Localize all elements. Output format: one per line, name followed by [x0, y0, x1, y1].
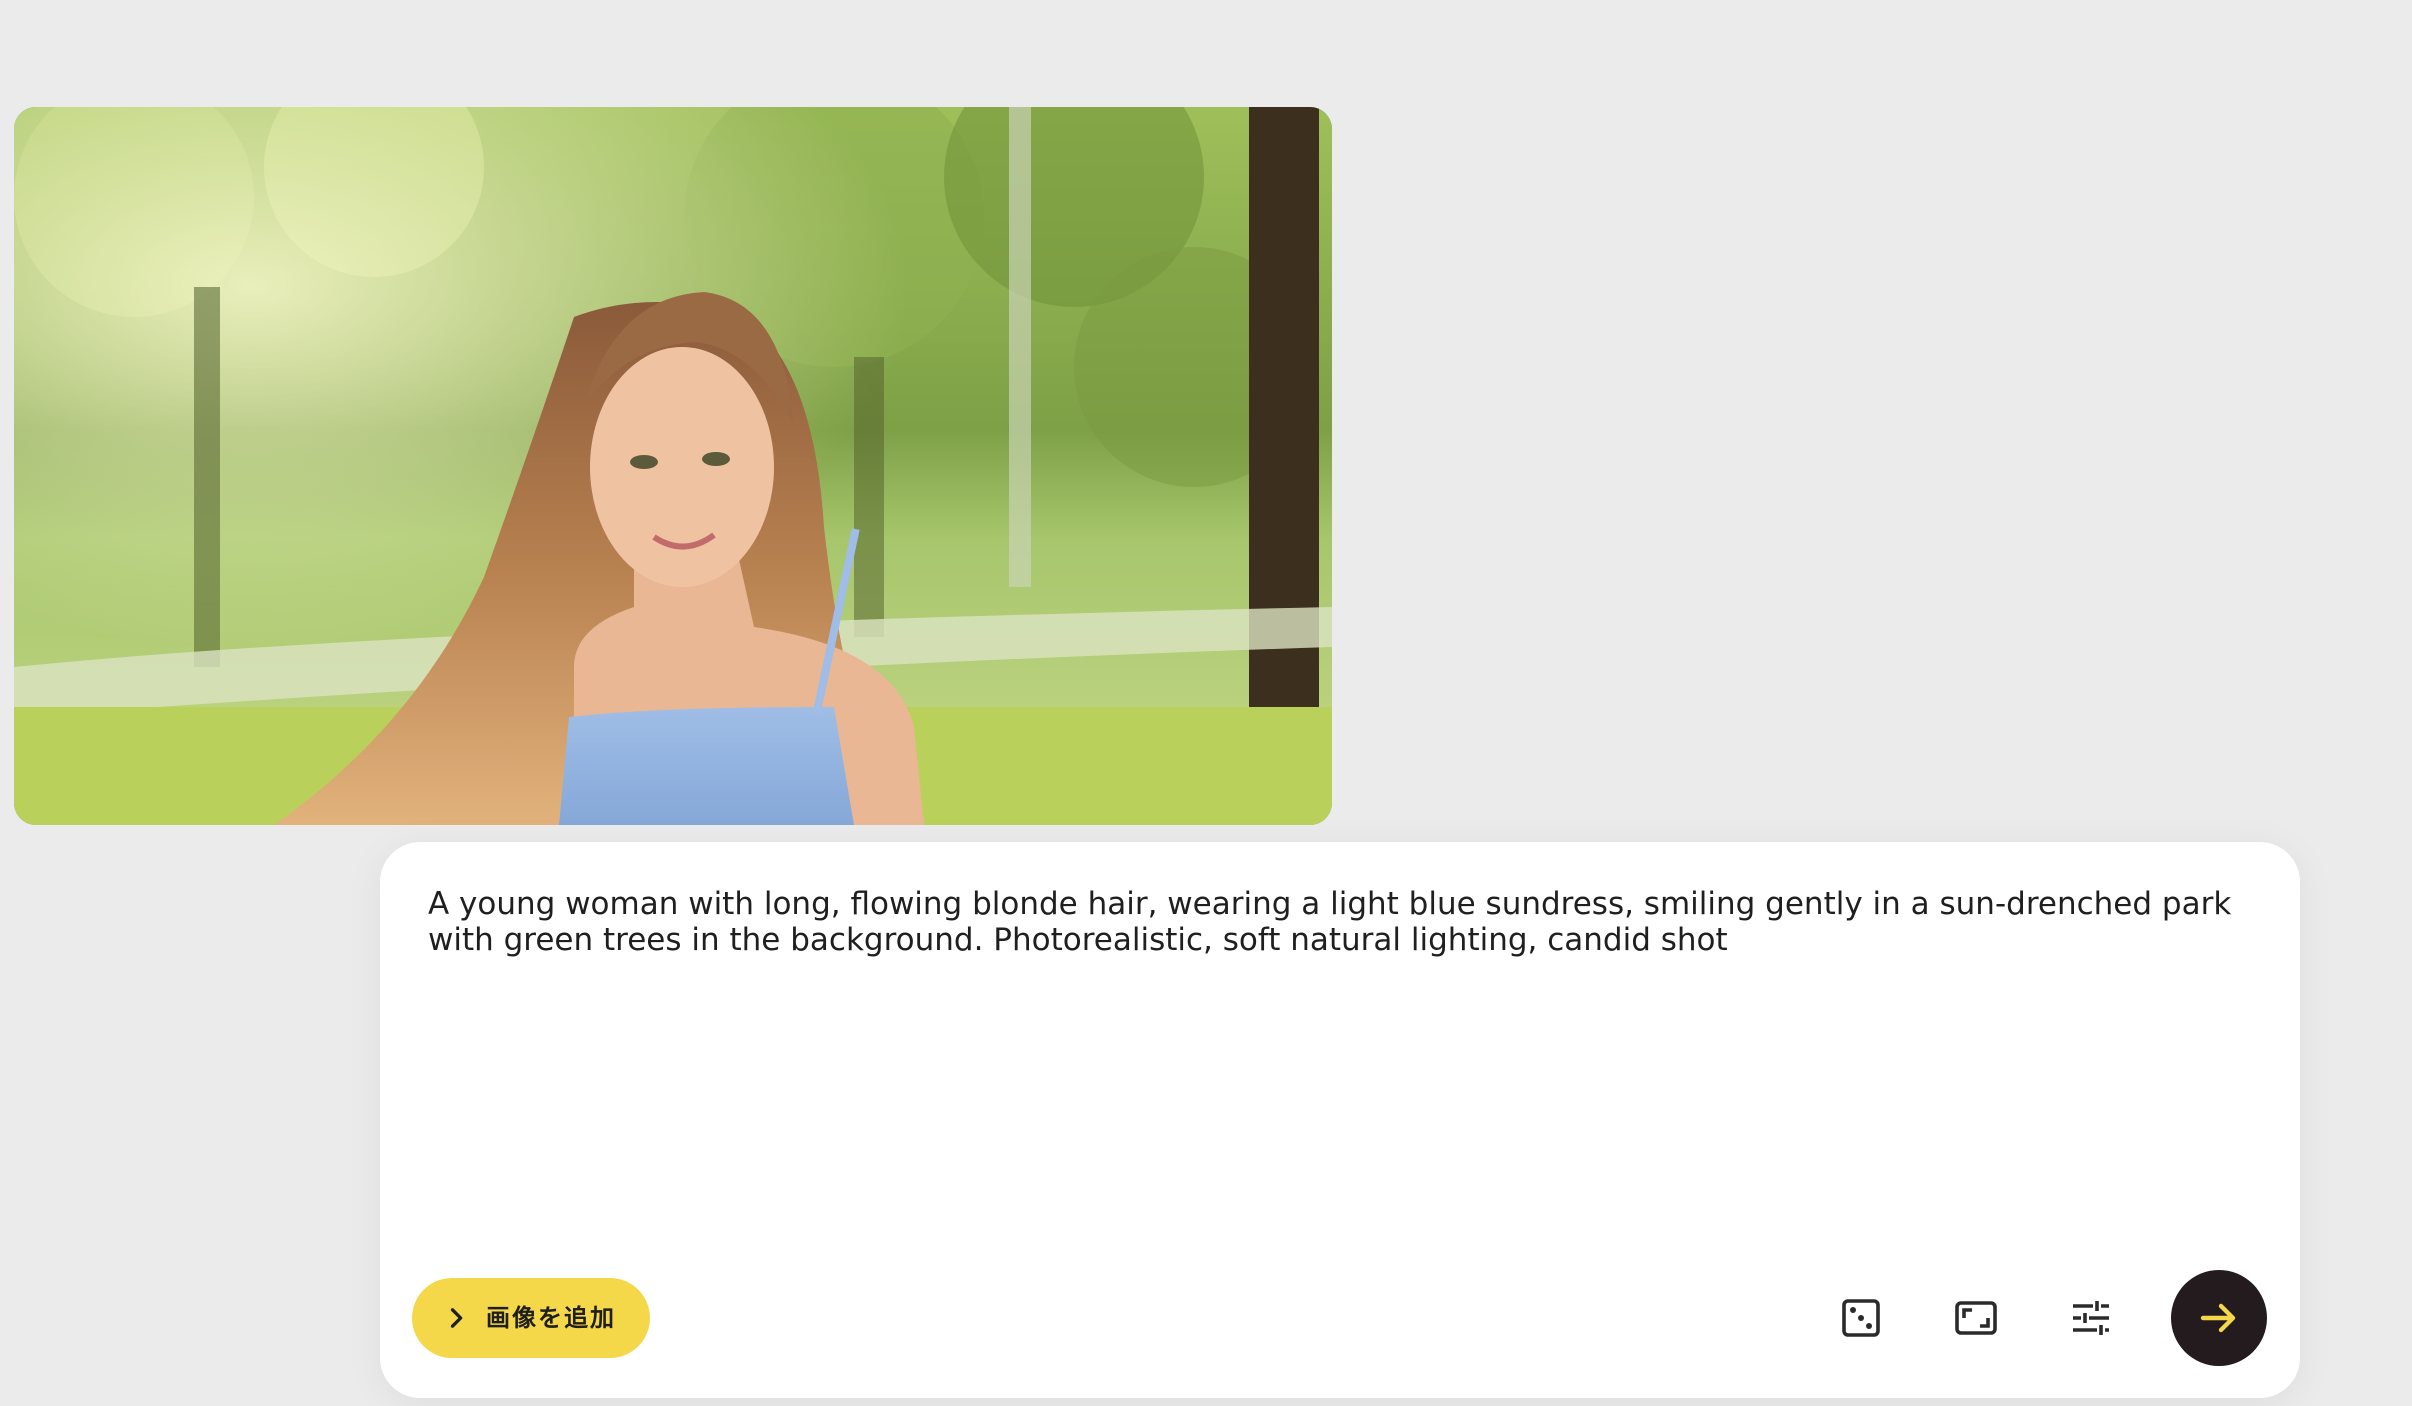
generated-image[interactable] — [14, 107, 1332, 825]
prompt-input[interactable]: A young woman with long, flowing blonde … — [428, 886, 2258, 958]
arrow-right-icon — [2200, 1303, 2236, 1333]
send-button[interactable] — [2171, 1270, 2267, 1366]
chevron-right-icon — [450, 1308, 463, 1328]
settings-sliders-icon[interactable] — [2067, 1294, 2115, 1342]
generated-image-picture — [14, 107, 1332, 825]
prompt-composer: A young woman with long, flowing blonde … — [380, 842, 2300, 1398]
add-image-button[interactable]: 画像を追加 — [412, 1278, 650, 1358]
dice-icon[interactable] — [1837, 1294, 1885, 1342]
add-image-label: 画像を追加 — [486, 1304, 616, 1332]
aspect-ratio-icon[interactable] — [1952, 1294, 2000, 1342]
